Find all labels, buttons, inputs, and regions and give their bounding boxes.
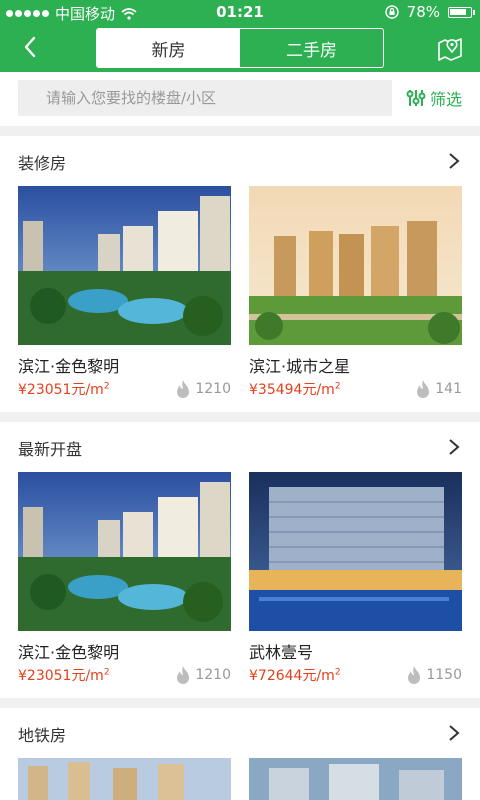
property-price: ¥72644元/m2: [249, 667, 341, 684]
view-count: 1210: [175, 379, 231, 399]
chevron-right-icon: [449, 153, 460, 169]
property-name: 滨江·金色黎明: [18, 357, 120, 376]
filter-label: 筛选: [430, 90, 463, 109]
flame-icon: [177, 380, 190, 398]
section-header[interactable]: 地铁房: [0, 708, 480, 758]
section-metro: 地铁房: [0, 708, 480, 800]
house-type-switcher: 新房 二手房: [96, 28, 384, 68]
property-card[interactable]: 滨江·金色黎明 ¥23051元/m2 1210: [18, 186, 231, 399]
property-card[interactable]: 滨江·城市之星 ¥35494元/m2 141: [249, 186, 462, 399]
view-count: 141: [415, 379, 462, 399]
property-photo: [249, 472, 462, 631]
property-photo: [18, 472, 231, 631]
property-photo[interactable]: [249, 758, 462, 800]
chevron-right-icon: [449, 439, 460, 455]
section-title: 最新开盘: [18, 440, 83, 459]
flame-icon: [408, 666, 421, 684]
search-input[interactable]: 请输入您要找的楼盘/小区: [18, 80, 392, 116]
view-count: 1210: [175, 665, 231, 685]
chevron-right-icon: [449, 725, 460, 741]
map-location-icon[interactable]: [436, 34, 464, 62]
battery-icon: [448, 6, 475, 18]
back-button[interactable]: [16, 32, 46, 62]
property-photo: [249, 186, 462, 345]
section-header[interactable]: 最新开盘: [0, 422, 480, 472]
property-card[interactable]: 武林壹号 ¥72644元/m2 1150: [249, 472, 462, 685]
flame-icon: [177, 666, 190, 684]
section-title: 装修房: [18, 154, 67, 173]
tab-second-hand[interactable]: 二手房: [240, 29, 383, 67]
section-new-openings: 最新开盘 滨江·金色黎明 ¥23051元/m2 1210 武林壹号 ¥72644…: [0, 422, 480, 698]
filter-button[interactable]: 筛选: [406, 86, 462, 110]
filter-icon: [406, 90, 426, 106]
property-photo[interactable]: [18, 758, 231, 800]
property-name: 滨江·城市之星: [249, 357, 351, 376]
property-price: ¥35494元/m2: [249, 381, 341, 398]
section-decorated: 装修房 滨江·金色黎明 ¥23051元/m2 1210 滨江·城市之星 ¥354…: [0, 136, 480, 412]
battery-percent: 78%: [406, 3, 440, 21]
tab-new-house[interactable]: 新房: [97, 29, 240, 67]
top-bar: 中国移动 01:21 78% 新房 二手房: [0, 0, 480, 72]
property-price: ¥23051元/m2: [18, 381, 110, 398]
property-card[interactable]: 滨江·金色黎明 ¥23051元/m2 1210: [18, 472, 231, 685]
flame-icon: [417, 380, 430, 398]
status-bar: 中国移动 01:21 78%: [0, 0, 480, 24]
section-header[interactable]: 装修房: [0, 136, 480, 186]
property-name: 武林壹号: [249, 643, 314, 662]
search-row: 请输入您要找的楼盘/小区 筛选: [0, 72, 480, 126]
property-price: ¥23051元/m2: [18, 667, 110, 684]
property-name: 滨江·金色黎明: [18, 643, 120, 662]
section-title: 地铁房: [18, 726, 67, 745]
rotation-lock-icon: [384, 5, 399, 19]
view-count: 1150: [406, 665, 462, 685]
property-photo: [18, 186, 231, 345]
